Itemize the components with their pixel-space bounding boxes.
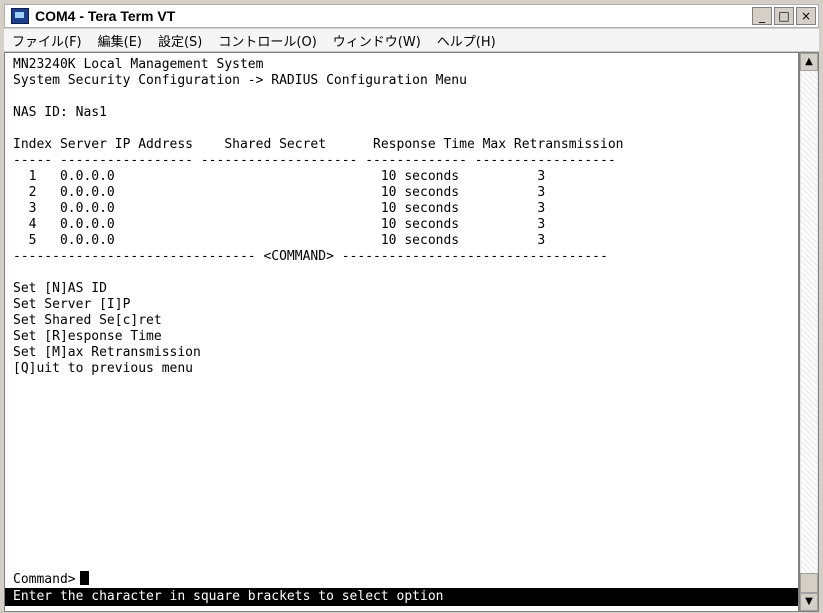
menu-edit[interactable]: 編集(E) (90, 31, 150, 50)
title-bar[interactable]: COM4 - Tera Term VT _ □ × (4, 4, 819, 28)
scroll-down-arrow-icon[interactable]: ▼ (800, 593, 818, 611)
terminal-screen[interactable]: MN23240K Local Management System System … (4, 52, 799, 612)
close-button[interactable]: × (796, 7, 816, 25)
command-option: Set [R]esponse Time (13, 329, 162, 344)
status-text: Enter the character in square brackets t… (13, 589, 444, 604)
menu-control[interactable]: コントロール(O) (210, 31, 324, 50)
terminal-line: System Security Configuration -> RADIUS … (13, 73, 467, 88)
scroll-track[interactable] (801, 71, 817, 579)
menu-help[interactable]: ヘルプ(H) (429, 31, 504, 50)
command-option: Set [M]ax Retransmission (13, 345, 201, 360)
maximize-button[interactable]: □ (774, 7, 794, 25)
table-header: Index Server IP Address Shared Secret Re… (13, 137, 624, 152)
status-bar: Enter the character in square brackets t… (5, 588, 798, 606)
text-cursor (79, 571, 89, 585)
minimize-button[interactable]: _ (752, 7, 772, 25)
terminal-app-icon (11, 8, 29, 24)
table-row: 4 0.0.0.0 10 seconds 3 (13, 217, 546, 232)
table-row: 5 0.0.0.0 10 seconds 3 (13, 233, 546, 248)
terminal-line: MN23240K Local Management System (13, 57, 264, 72)
command-option: Set Shared Se[c]ret (13, 313, 162, 328)
menu-bar: ファイル(F) 編集(E) 設定(S) コントロール(O) ウィンドウ(W) ヘ… (4, 29, 819, 52)
window-controls: _ □ × (752, 7, 816, 25)
vertical-scrollbar[interactable]: ▲ ▼ (799, 52, 819, 612)
scroll-thumb[interactable] (800, 573, 818, 593)
tera-term-window: COM4 - Tera Term VT _ □ × ファイル(F) 編集(E) … (0, 0, 823, 613)
menu-file[interactable]: ファイル(F) (4, 31, 90, 50)
table-divider: ----- ----------------- ----------------… (13, 153, 616, 168)
command-option: [Q]uit to previous menu (13, 361, 194, 376)
command-divider: ------------------------------- <COMMAND… (13, 249, 608, 264)
command-option: Set Server [I]P (13, 297, 131, 312)
command-prompt-label: Command> (13, 572, 76, 587)
nas-id-line: NAS ID: Nas1 (13, 105, 107, 120)
command-option: Set [N]AS ID (13, 281, 107, 296)
window-title: COM4 - Tera Term VT (35, 8, 176, 24)
table-row: 1 0.0.0.0 10 seconds 3 (13, 169, 546, 184)
table-row: 2 0.0.0.0 10 seconds 3 (13, 185, 546, 200)
command-prompt[interactable]: Command> (13, 571, 89, 588)
menu-window[interactable]: ウィンドウ(W) (325, 31, 429, 50)
menu-setup[interactable]: 設定(S) (150, 31, 210, 50)
scroll-up-arrow-icon[interactable]: ▲ (800, 53, 818, 71)
table-row: 3 0.0.0.0 10 seconds 3 (13, 201, 546, 216)
